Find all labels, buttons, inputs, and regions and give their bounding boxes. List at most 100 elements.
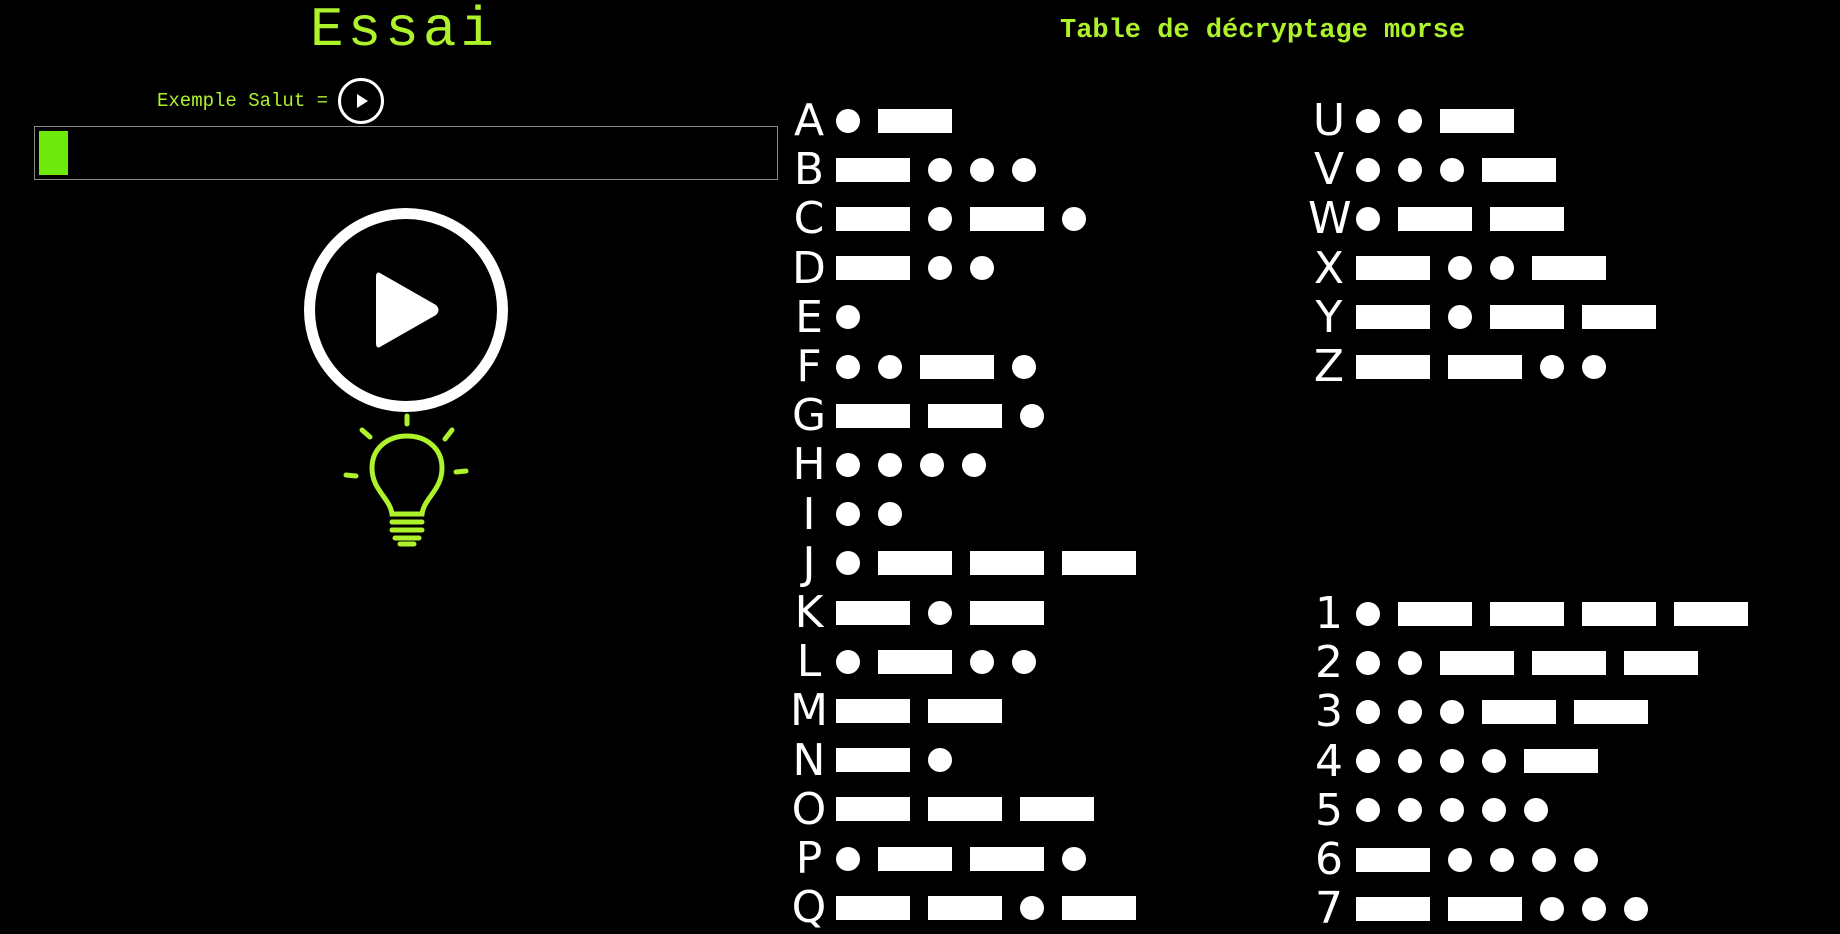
dash-symbol	[836, 748, 910, 773]
dot-symbol	[1440, 749, 1464, 774]
dash-symbol	[1356, 305, 1430, 330]
dot-symbol	[1356, 749, 1380, 774]
dot-symbol	[928, 157, 952, 182]
dot-symbol	[878, 502, 902, 527]
morse-row-h: H	[788, 440, 998, 489]
morse-row-1: 1	[1308, 589, 1760, 638]
dash-symbol	[1356, 354, 1430, 379]
dash-symbol	[836, 256, 910, 281]
dash-symbol	[1490, 206, 1564, 231]
morse-char: 3	[1315, 686, 1343, 738]
morse-row-4: 4	[1308, 737, 1610, 786]
dash-symbol	[836, 403, 910, 428]
dot-symbol	[1624, 896, 1648, 921]
dot-symbol	[836, 354, 860, 379]
morse-char: W	[1308, 193, 1352, 245]
dot-symbol	[1012, 354, 1036, 379]
dash-symbol	[1440, 650, 1514, 675]
dash-symbol	[836, 600, 910, 625]
morse-char: X	[1313, 242, 1345, 294]
dash-symbol	[1440, 108, 1514, 133]
morse-char: P	[795, 833, 823, 884]
dash-symbol	[1020, 797, 1094, 822]
dash-symbol	[970, 846, 1044, 871]
morse-char: L	[796, 636, 822, 688]
dash-symbol	[878, 649, 952, 674]
play-icon	[357, 94, 369, 108]
dot-symbol	[1540, 896, 1564, 921]
dot-symbol	[1574, 847, 1598, 872]
dot-symbol	[878, 452, 902, 477]
morse-char: H	[792, 439, 826, 491]
morse-row-a: A	[788, 96, 964, 145]
dot-symbol	[1448, 256, 1472, 281]
dot-symbol	[1490, 847, 1514, 872]
morse-char: D	[792, 242, 826, 294]
dash-symbol	[878, 846, 952, 871]
morse-row-7: 7	[1308, 884, 1660, 933]
dot-symbol	[928, 206, 952, 231]
dot-symbol	[1582, 354, 1606, 379]
dash-symbol	[928, 698, 1002, 723]
dot-symbol	[836, 108, 860, 133]
dot-symbol	[1482, 749, 1506, 774]
morse-char: E	[795, 291, 823, 343]
dash-symbol	[836, 157, 910, 182]
dash-symbol	[1062, 551, 1136, 576]
dot-symbol	[836, 551, 860, 576]
morse-row-n: N	[788, 736, 964, 785]
dot-symbol	[836, 305, 860, 330]
dot-symbol	[928, 748, 952, 773]
morse-char: N	[792, 734, 826, 786]
morse-row-p: P	[788, 834, 1098, 883]
dot-symbol	[1012, 157, 1036, 182]
morse-char: 4	[1315, 735, 1343, 787]
morse-char: A	[793, 95, 825, 146]
dot-symbol	[920, 452, 944, 477]
morse-row-e: E	[788, 293, 872, 342]
morse-row-u: U	[1308, 96, 1526, 145]
dot-symbol	[928, 600, 952, 625]
morse-row-v: V	[1308, 145, 1568, 194]
morse-char: J	[802, 537, 816, 589]
morse-char: K	[794, 587, 824, 638]
page-title: Essai	[310, 0, 499, 62]
dash-symbol	[1356, 256, 1430, 281]
morse-row-5: 5	[1308, 786, 1560, 835]
dot-symbol	[962, 452, 986, 477]
lightbulb-icon	[343, 413, 469, 547]
morse-row-x: X	[1308, 244, 1618, 293]
dot-symbol	[1356, 157, 1380, 182]
dash-symbol	[1582, 601, 1656, 626]
morse-char: 2	[1315, 637, 1343, 689]
morse-row-d: D	[788, 244, 1006, 293]
dot-symbol	[1482, 798, 1506, 823]
dash-symbol	[1062, 895, 1136, 920]
dot-symbol	[836, 502, 860, 527]
morse-char: 5	[1315, 784, 1343, 836]
morse-char: I	[802, 488, 816, 540]
dot-symbol	[1356, 108, 1380, 133]
dash-symbol	[928, 895, 1002, 920]
dot-symbol	[1020, 403, 1044, 428]
play-button[interactable]	[304, 208, 508, 412]
dot-symbol	[1020, 895, 1044, 920]
morse-char: B	[793, 144, 825, 196]
example-play-button[interactable]	[338, 78, 385, 124]
dash-symbol	[920, 354, 994, 379]
dash-symbol	[970, 551, 1044, 576]
dash-symbol	[878, 108, 952, 133]
morse-char: F	[796, 341, 822, 392]
morse-row-i: I	[788, 490, 914, 539]
hint-button[interactable]	[342, 410, 472, 555]
dash-symbol	[1582, 305, 1656, 330]
morse-row-k: K	[788, 588, 1056, 637]
morse-char: Y	[1315, 291, 1343, 343]
dot-symbol	[1398, 650, 1422, 675]
morse-input-bar[interactable]	[34, 126, 778, 180]
dash-symbol	[970, 206, 1044, 231]
dash-symbol	[970, 600, 1044, 625]
dash-symbol	[928, 797, 1002, 822]
dot-symbol	[1356, 699, 1380, 724]
example-row: Exemple Salut =	[157, 78, 385, 124]
